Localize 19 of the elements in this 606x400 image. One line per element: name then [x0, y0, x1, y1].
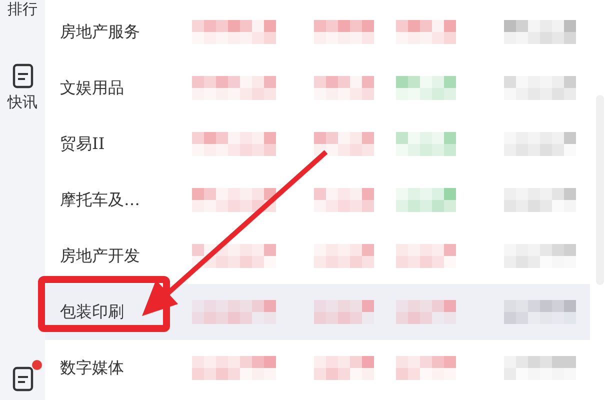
- industry-name[interactable]: 包装印刷: [60, 302, 180, 322]
- list-row[interactable]: 房地产服务: [45, 4, 590, 60]
- list-row[interactable]: 文娱用品: [45, 60, 590, 116]
- list-row[interactable]: 包装印刷: [45, 284, 590, 340]
- notification-dot: [32, 360, 42, 370]
- industry-name[interactable]: 数字媒体: [60, 358, 180, 378]
- list-row[interactable]: 数字媒体: [45, 340, 590, 396]
- industry-name[interactable]: 房地产服务: [60, 22, 180, 42]
- industry-name[interactable]: 房地产开发: [60, 246, 180, 266]
- note-icon[interactable]: [12, 366, 34, 392]
- sidebar-label[interactable]: 排行: [8, 0, 38, 19]
- industry-name[interactable]: 贸易II: [60, 134, 180, 154]
- list-row[interactable]: 房地产开发: [45, 228, 590, 284]
- industry-name[interactable]: 文娱用品: [60, 78, 180, 98]
- note-icon[interactable]: [12, 63, 34, 89]
- list-row[interactable]: 摩托车及…: [45, 172, 590, 228]
- industry-name[interactable]: 摩托车及…: [60, 190, 180, 210]
- list-row[interactable]: 贸易II: [45, 116, 590, 172]
- sidebar-label[interactable]: 快讯: [8, 93, 38, 112]
